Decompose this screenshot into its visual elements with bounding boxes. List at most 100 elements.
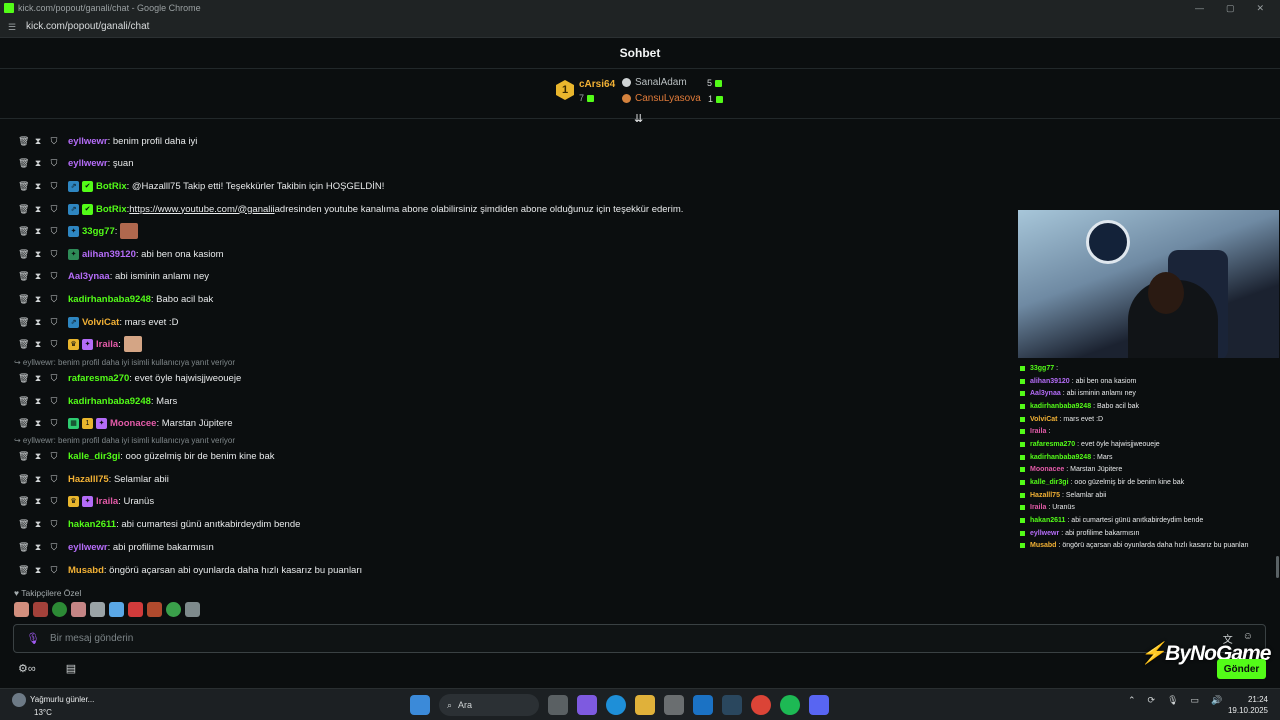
chat-message[interactable]: 🗑 ⧗ ⛉ rafaresma270: evet öyle hajwisjjweoue… (18, 371, 241, 385)
timeout-icon[interactable]: ⧗ (34, 418, 42, 429)
ban-icon[interactable]: ⛉ (50, 294, 58, 305)
maximize-icon[interactable]: ▢ (1226, 3, 1235, 14)
chat-username[interactable]: eyllwewr (68, 542, 108, 553)
steam-icon[interactable] (722, 695, 742, 715)
leader-first-name[interactable]: cArsi64 (579, 79, 615, 90)
ban-icon[interactable]: ⛉ (50, 418, 58, 429)
microphone-icon[interactable]: 🎙 (26, 632, 40, 645)
discord-icon[interactable] (809, 695, 829, 715)
delete-icon[interactable]: 🗑 (18, 294, 29, 305)
chat-username[interactable]: eyllwewr (68, 158, 108, 169)
ban-icon[interactable]: ⛉ (50, 317, 58, 328)
url-text[interactable]: kick.com/popout/ganali/chat (26, 21, 149, 32)
emote-8-icon[interactable] (147, 602, 162, 617)
chat-message[interactable]: 🗑 ⧗ ⛉ ✦ 33gg77: (18, 223, 139, 239)
chat-message[interactable]: 🗑 ⧗ ⛉ Musabd: öngörü açarsan abi oyunlarda … (18, 563, 362, 577)
delete-icon[interactable]: 🗑 (18, 317, 29, 328)
mic-tray-icon[interactable]: 🎙 (1167, 695, 1178, 706)
timeout-icon[interactable]: ⧗ (34, 396, 42, 407)
ban-icon[interactable]: ⛉ (50, 204, 58, 215)
chat-message[interactable]: 🗑 ⧗ ⛉ ♛ ✦ Iraila: (18, 336, 142, 352)
chat-message[interactable]: 🗑 ⧗ ⛉ ✦ alihan39120: abi ben ona kasiom (18, 247, 224, 261)
timeout-icon[interactable]: ⧗ (34, 339, 42, 350)
ban-icon[interactable]: ⛉ (50, 271, 58, 282)
timeout-icon[interactable]: ⧗ (34, 542, 42, 553)
timeout-icon[interactable]: ⧗ (34, 204, 42, 215)
copilot-icon[interactable] (577, 695, 597, 715)
spotify-icon[interactable] (780, 695, 800, 715)
close-icon[interactable]: ✕ (1256, 3, 1264, 14)
volume-icon[interactable]: 🔊 (1211, 695, 1222, 706)
store-icon[interactable]: ▤ (66, 662, 76, 675)
chat-username[interactable]: Hazalll75 (68, 474, 109, 485)
windows-start-icon[interactable] (410, 695, 430, 715)
emote-2-icon[interactable] (33, 602, 48, 617)
timeout-icon[interactable]: ⧗ (34, 317, 42, 328)
delete-icon[interactable]: 🗑 (18, 565, 29, 576)
reply-context[interactable]: ↪ eyllwewr: benim profil daha iyi isimli… (14, 358, 235, 367)
chat-username[interactable]: Moonacee (110, 418, 156, 429)
delete-icon[interactable]: 🗑 (18, 418, 29, 429)
display-icon[interactable]: ▭ (1191, 695, 1200, 706)
chat-username[interactable]: Iraila (96, 496, 118, 507)
emote-1-icon[interactable] (14, 602, 29, 617)
chat-message[interactable]: 🗑 ⧗ ⛉ Hazalll75: Selamlar abii (18, 472, 169, 486)
chat-message[interactable]: 🗑 ⧗ ⛉ Aal3ynaa: abi isminin anlamı ney (18, 269, 209, 283)
timeout-icon[interactable]: ⧗ (34, 136, 42, 147)
outlook-icon[interactable] (693, 695, 713, 715)
tray-chevron-icon[interactable]: ⌃ (1128, 695, 1136, 706)
chat-username[interactable]: Iraila (96, 339, 118, 350)
delete-icon[interactable]: 🗑 (18, 396, 29, 407)
ban-icon[interactable]: ⛉ (50, 158, 58, 169)
chat-username[interactable]: BotRix (96, 181, 127, 192)
chat-username[interactable]: VolviCat (82, 317, 119, 328)
message-input[interactable] (49, 633, 1150, 644)
chat-username[interactable]: 33gg77 (82, 226, 115, 237)
heart-emote-icon[interactable] (109, 602, 124, 617)
delete-icon[interactable]: 🗑 (18, 373, 29, 384)
timeout-icon[interactable]: ⧗ (34, 474, 42, 485)
chat-settings-icon[interactable]: ⚙∞ (18, 662, 36, 675)
delete-icon[interactable]: 🗑 (18, 451, 29, 462)
chat-username[interactable]: BotRix (96, 204, 127, 215)
ban-icon[interactable]: ⛉ (50, 373, 58, 384)
chat-username[interactable]: kadirhanbaba9248 (68, 294, 151, 305)
chat-username[interactable]: kalle_dir3gi (68, 451, 120, 462)
store-app-icon[interactable] (664, 695, 684, 715)
chat-message[interactable]: 🗑 ⧗ ⛉ eyllwewr: benim profil daha iyi (18, 134, 197, 148)
emote-4-icon[interactable] (71, 602, 86, 617)
chat-message[interactable]: 🗑 ⧗ ⛉ eyllwewr: şuan (18, 156, 134, 170)
emote-3-icon[interactable] (52, 602, 67, 617)
chat-message[interactable]: 🗑 ⧗ ⛉ hakan2611: abi cumartesi günü anıtkab… (18, 517, 300, 531)
ban-icon[interactable]: ⛉ (50, 136, 58, 147)
timeout-icon[interactable]: ⧗ (34, 373, 42, 384)
delete-icon[interactable]: 🗑 (18, 204, 29, 215)
sync-icon[interactable]: ⟳ (1148, 695, 1156, 706)
delete-icon[interactable]: 🗑 (18, 181, 29, 192)
delete-icon[interactable]: 🗑 (18, 158, 29, 169)
ban-icon[interactable]: ⛉ (50, 519, 58, 530)
timeout-icon[interactable]: ⧗ (34, 294, 42, 305)
timeout-icon[interactable]: ⧗ (34, 249, 42, 260)
chat-message[interactable]: 🗑 ⧗ ⛉ kadirhanbaba9248: Babo acil bak (18, 292, 213, 306)
leader-second[interactable]: SanalAdam 5 (622, 77, 732, 88)
chat-username[interactable]: Aal3ynaa (68, 271, 110, 282)
delete-icon[interactable]: 🗑 (18, 136, 29, 147)
delete-icon[interactable]: 🗑 (18, 496, 29, 507)
task-view-icon[interactable] (548, 695, 568, 715)
ban-icon[interactable]: ⛉ (50, 181, 58, 192)
message-input-box[interactable]: 🎙 文 ☺ (13, 624, 1266, 653)
chat-username[interactable]: rafaresma270 (68, 373, 129, 384)
ban-icon[interactable]: ⛉ (50, 451, 58, 462)
chat-message[interactable]: 🗑 ⧗ ⛉ kadirhanbaba9248: Mars (18, 394, 177, 408)
minimize-icon[interactable]: — (1195, 3, 1204, 14)
reply-context[interactable]: ↪ eyllwewr: benim profil daha iyi isimli… (14, 436, 235, 445)
chat-username[interactable]: alihan39120 (82, 249, 136, 260)
ban-icon[interactable]: ⛉ (50, 542, 58, 553)
timeout-icon[interactable]: ⧗ (34, 496, 42, 507)
ban-icon[interactable]: ⛉ (50, 249, 58, 260)
chat-message[interactable]: 🗑 ⧗ ⛉ ♛ ✦ Iraila: Uranüs (18, 494, 154, 508)
chat-message[interactable]: 🗑 ⧗ ⛉ eyllwewr: abi profilime bakarmısın (18, 540, 214, 554)
weather-widget[interactable]: Yağmurlu günler... 13°C (12, 693, 94, 718)
chat-scrollbar[interactable] (1276, 556, 1279, 578)
